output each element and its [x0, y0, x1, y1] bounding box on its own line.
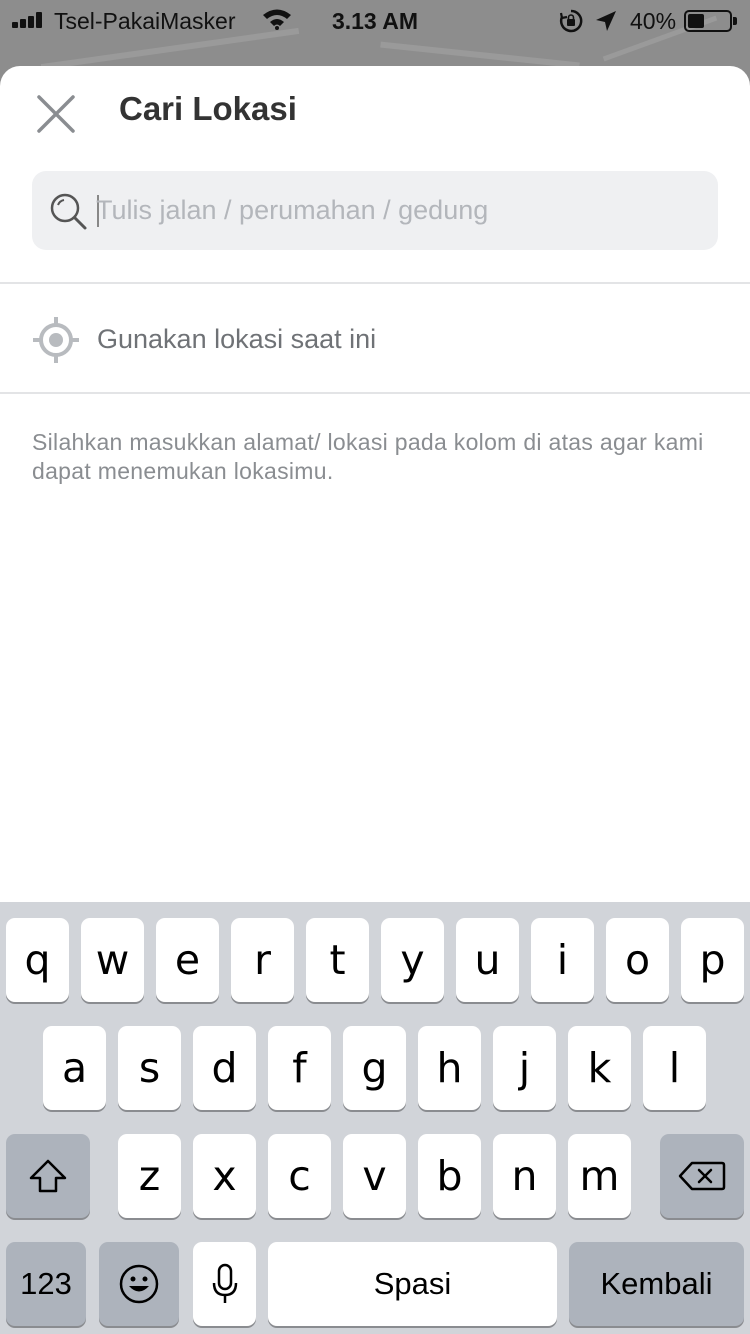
microphone-icon — [212, 1263, 237, 1303]
key-p[interactable]: p — [681, 918, 744, 1002]
status-bar: Tsel-PakaiMasker 3.13 AM 40% — [0, 0, 750, 40]
key-f[interactable]: f — [268, 1026, 331, 1110]
emoji-key[interactable] — [99, 1242, 179, 1326]
key-d[interactable]: d — [193, 1026, 256, 1110]
crosshair-location-icon — [33, 317, 79, 363]
key-s[interactable]: s — [118, 1026, 181, 1110]
search-input[interactable] — [96, 171, 696, 250]
key-h[interactable]: h — [418, 1026, 481, 1110]
rotation-lock-icon — [559, 9, 583, 33]
key-v[interactable]: v — [343, 1134, 406, 1218]
key-r[interactable]: r — [231, 918, 294, 1002]
key-y[interactable]: y — [381, 918, 444, 1002]
key-m[interactable]: m — [568, 1134, 631, 1218]
key-t[interactable]: t — [306, 918, 369, 1002]
numbers-key[interactable]: 123 — [6, 1242, 86, 1326]
key-e[interactable]: e — [156, 918, 219, 1002]
key-q[interactable]: q — [6, 918, 69, 1002]
use-current-location-button[interactable]: Gunakan lokasi saat ini — [0, 286, 750, 392]
key-g[interactable]: g — [343, 1026, 406, 1110]
key-j[interactable]: j — [493, 1026, 556, 1110]
key-o[interactable]: o — [606, 918, 669, 1002]
battery-icon — [684, 10, 737, 32]
key-u[interactable]: u — [456, 918, 519, 1002]
battery-percent: 40% — [630, 8, 677, 34]
search-location-sheet: Cari Lokasi Gunakan lokasi saat ini Sila… — [0, 66, 750, 902]
key-i[interactable]: i — [531, 918, 594, 1002]
key-l[interactable]: l — [643, 1026, 706, 1110]
key-x[interactable]: x — [193, 1134, 256, 1218]
hint-text: Silahkan masukkan alamat/ lokasi pada ko… — [32, 429, 704, 484]
shift-icon — [29, 1159, 67, 1193]
battery-fill — [688, 14, 704, 28]
dictation-key[interactable] — [193, 1242, 256, 1326]
map-road — [380, 41, 580, 69]
key-z[interactable]: z — [118, 1134, 181, 1218]
search-icon — [50, 193, 87, 230]
current-location-label: Gunakan lokasi saat ini — [97, 324, 377, 354]
page-title: Cari Lokasi — [119, 90, 297, 127]
close-icon[interactable] — [30, 88, 82, 140]
key-c[interactable]: c — [268, 1134, 331, 1218]
key-k[interactable]: k — [568, 1026, 631, 1110]
key-a[interactable]: a — [43, 1026, 106, 1110]
key-w[interactable]: w — [81, 918, 144, 1002]
space-key[interactable]: Spasi — [268, 1242, 557, 1326]
location-services-icon — [596, 11, 616, 31]
emoji-icon — [119, 1264, 159, 1304]
divider — [0, 282, 750, 284]
search-bar[interactable] — [32, 171, 718, 250]
return-key[interactable]: Kembali — [569, 1242, 744, 1326]
key-b[interactable]: b — [418, 1134, 481, 1218]
shift-key[interactable] — [6, 1134, 90, 1218]
backspace-key[interactable] — [660, 1134, 744, 1218]
divider — [0, 392, 750, 394]
key-n[interactable]: n — [493, 1134, 556, 1218]
on-screen-keyboard: q w e r t y u i o p a s d f g h j k l z … — [0, 902, 750, 1334]
backspace-icon — [678, 1161, 726, 1191]
